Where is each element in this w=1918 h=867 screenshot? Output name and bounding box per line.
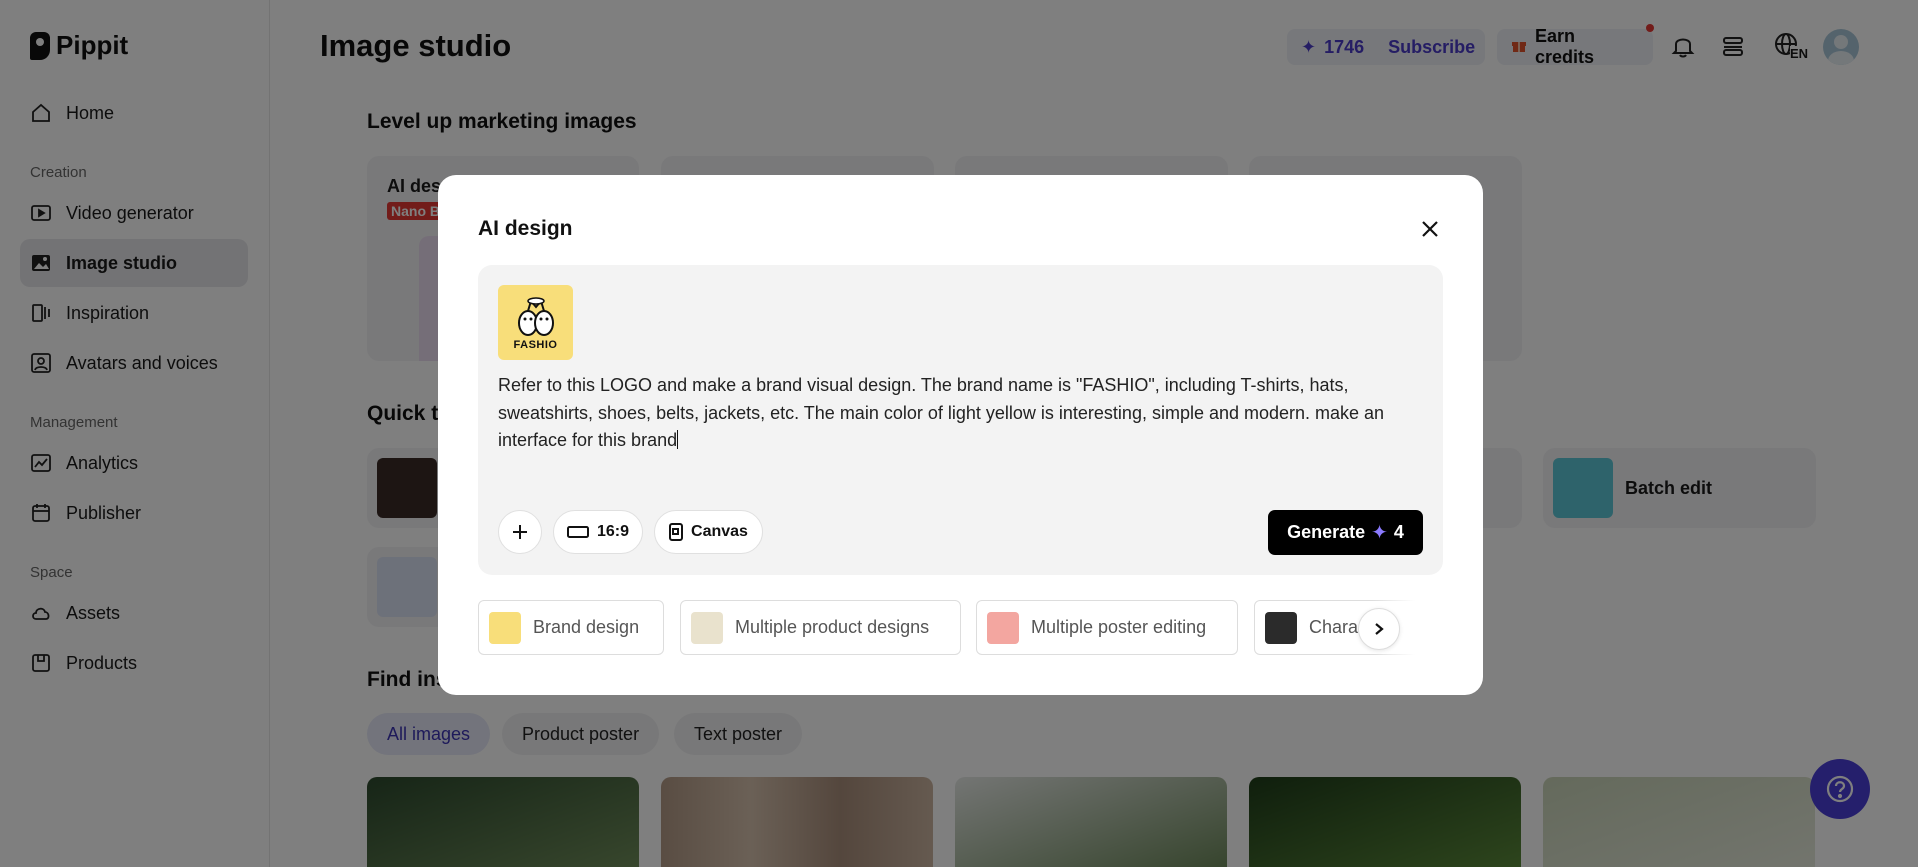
canvas-icon bbox=[669, 523, 684, 541]
aspect-ratio-button[interactable]: 16:9 bbox=[553, 510, 643, 554]
chip-brand-design[interactable]: Brand design bbox=[478, 600, 664, 655]
chip-multiple-product-designs[interactable]: Multiple product designs bbox=[680, 600, 961, 655]
chip-thumbnail bbox=[1265, 611, 1297, 644]
canvas-label: Canvas bbox=[691, 523, 748, 540]
reference-logo-image[interactable]: FASHIO bbox=[498, 285, 573, 360]
suggestion-chips: Brand design Multiple product designs Mu… bbox=[478, 600, 1443, 656]
aspect-ratio-label: 16:9 bbox=[596, 523, 630, 540]
prompt-box[interactable]: FASHIO Refer to this LOGO and make a bra… bbox=[478, 265, 1443, 575]
close-icon[interactable] bbox=[1418, 217, 1442, 241]
add-button[interactable] bbox=[498, 510, 542, 554]
prompt-text: Refer to this LOGO and make a brand visu… bbox=[498, 375, 1385, 450]
generate-cost: 4 bbox=[1393, 522, 1404, 542]
generate-button[interactable]: Generate ✦ 4 bbox=[1268, 510, 1423, 555]
chip-multiple-poster-editing[interactable]: Multiple poster editing bbox=[976, 600, 1238, 655]
chip-thumbnail bbox=[691, 611, 723, 644]
sparkle-icon: ✦ bbox=[1371, 522, 1388, 544]
logo-wordmark: FASHIO bbox=[513, 338, 558, 351]
text-cursor bbox=[677, 430, 679, 449]
chip-thumbnail bbox=[987, 611, 1019, 644]
chip-label: Multiple product designs bbox=[735, 617, 930, 637]
chip-thumbnail bbox=[489, 611, 521, 644]
chip-label: Multiple poster editing bbox=[1031, 617, 1207, 637]
plus-icon bbox=[513, 525, 527, 539]
generate-label: Generate bbox=[1287, 522, 1366, 542]
chevron-right-icon[interactable] bbox=[1358, 608, 1400, 650]
prompt-textarea[interactable]: Refer to this LOGO and make a brand visu… bbox=[498, 372, 1423, 455]
fashio-mascot-icon bbox=[517, 296, 554, 336]
chip-label: Brand design bbox=[533, 617, 640, 637]
aspect-ratio-icon bbox=[566, 526, 589, 538]
modal-title: AI design bbox=[478, 217, 573, 240]
ai-design-modal: AI design FASHIO Refer to this LOGO and … bbox=[438, 175, 1483, 695]
canvas-button[interactable]: Canvas bbox=[654, 510, 763, 554]
